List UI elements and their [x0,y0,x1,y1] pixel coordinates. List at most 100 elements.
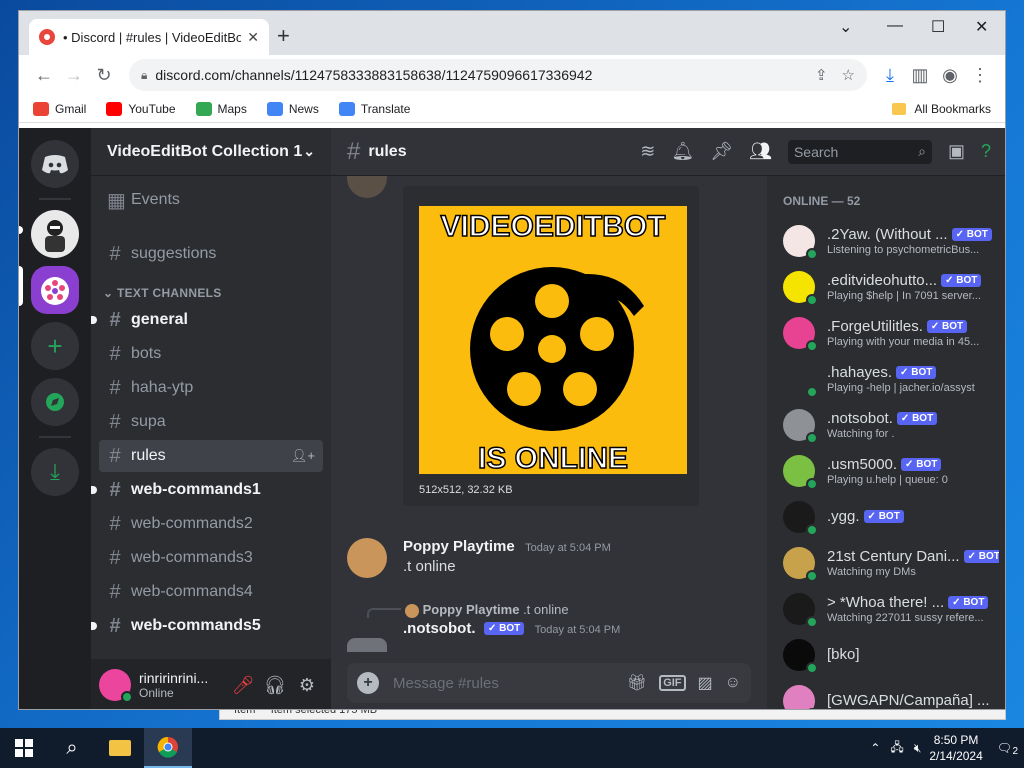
reload-icon[interactable]: ↻ [89,65,119,86]
address-bar[interactable]: 🔒︎ discord.com/channels/1124758333883158… [129,59,867,91]
maximize-button[interactable]: ☐ [931,17,945,37]
bookmark-label: YouTube [128,101,176,116]
member-item[interactable]: 21st Century Dani... ✓ BOT Watching my DMs [783,540,999,586]
emoji-icon[interactable]: ☺ [725,674,741,692]
message-author[interactable]: .notsobot. [403,620,475,637]
message-author[interactable]: Poppy Playtime [403,538,515,555]
bookmark-gmail[interactable]: Gmail [33,101,86,116]
windows-logo-icon [15,739,33,757]
tab-strip: • Discord | #rules | VideoEditBot ✕ + ⌄ … [19,11,1005,55]
chrome-taskbar-button[interactable] [144,728,192,768]
pinned-messages-icon[interactable]: 📌︎ [710,141,733,162]
channel-supa[interactable]: # supa [99,406,323,438]
notifications-bell-icon[interactable]: 🔔︎ [671,141,694,162]
attach-plus-icon[interactable]: + [357,672,379,694]
channel-web-commands4[interactable]: # web-commands4 [99,576,323,608]
start-button[interactable] [0,728,48,768]
member-item[interactable]: .ForgeUtilitles. ✓ BOT Playing with your m… [783,310,999,356]
server-videoeditbot[interactable] [31,266,79,314]
channel-general[interactable]: # general [91,304,323,336]
member-item[interactable]: .editvideohutto... ✓ BOT Playing $help | I… [783,264,999,310]
back-icon[interactable]: ← [29,65,59,86]
close-window-button[interactable]: ✕ [975,17,988,37]
notsobot-avatar[interactable] [347,638,387,652]
settings-gear-icon[interactable]: ⚙ [291,675,323,696]
chevron-down-icon: ⌄ [303,143,315,159]
notification-center-icon[interactable]: 🗨︎ 2 [997,741,1018,757]
member-item[interactable]: .notsobot. ✓ BOT Watching for . [783,402,999,448]
image-attachment[interactable]: VIDEOEDITBOT IS ONLINE 512x512, 32.32 KB [403,186,699,506]
bookmark-news[interactable]: News [266,101,319,116]
network-icon[interactable]: 🖧︎ [890,738,903,759]
forward-icon[interactable]: → [59,65,89,86]
search-input[interactable]: Search ⌕ [787,139,932,164]
help-icon[interactable]: ? [981,141,991,162]
poppy-avatar[interactable] [347,538,387,578]
inbox-icon[interactable]: ▣ [948,141,965,162]
minimize-button[interactable]: — [887,17,903,35]
volume-muted-icon[interactable]: 🔇︎ [914,741,922,756]
bookmark-youtube[interactable]: YouTube [106,101,176,116]
member-item[interactable]: > *Whoa there! ... ✓ BOT Watching 227011 s… [783,586,999,632]
profile-icon[interactable]: ◉ [935,65,965,86]
channel-web-commands2[interactable]: # web-commands2 [99,508,323,540]
channel-web-commands1[interactable]: # web-commands1 [91,474,323,506]
all-bookmarks[interactable]: All Bookmarks [892,102,991,116]
member-avatar [783,363,818,398]
channel-haha-ytp[interactable]: # haha-ytp [99,372,323,404]
category-text-channels[interactable]: ⌄ TEXT CHANNELS [99,272,323,304]
side-panel-icon[interactable]: ▥ [905,65,935,86]
user-avatar[interactable] [99,669,133,703]
channel-rules[interactable]: # rules 👤︎+ [99,440,323,472]
add-server-button[interactable]: + [31,322,79,370]
sticker-icon[interactable]: ▨ [698,673,713,693]
member-item[interactable]: [GWGAPN/Campaña] ... [783,678,999,709]
events-label: Events [131,191,180,208]
bookmark-label: Translate [360,101,411,116]
server-avatar-1[interactable] [31,210,79,258]
member-name: > *Whoa there! ... [827,594,945,611]
gif-icon[interactable]: GIF [659,675,686,691]
new-tab-button[interactable]: + [277,23,290,49]
member-avatar [783,685,818,709]
browser-tab[interactable]: • Discord | #rules | VideoEditBot ✕ [29,19,269,55]
menu-icon[interactable]: ⋮ [965,65,995,86]
chevron-up-icon[interactable]: ⌃ [870,741,880,755]
channel-bots[interactable]: # bots [99,338,323,370]
reply-preview[interactable]: Poppy Playtime .t online [405,602,569,618]
file-explorer-button[interactable] [96,728,144,768]
create-invite-icon[interactable]: 👤︎+ [291,448,315,464]
download-apps-button[interactable]: ⤓ [31,448,79,496]
share-icon[interactable]: ⇪ [815,66,828,84]
member-item[interactable]: .hahayes. ✓ BOT Playing -help | jacher.io/… [783,356,999,402]
bookmark-star-icon[interactable]: ☆ [842,66,855,84]
channel-web-commands3[interactable]: # web-commands3 [99,542,323,574]
bot-badge-label: BOT [942,321,964,333]
bookmark-maps[interactable]: Maps [195,101,247,116]
explore-servers-button[interactable] [31,378,79,426]
server-header[interactable]: VideoEditBot Collection 1.0 ⌄ [91,128,331,176]
channel-suggestions[interactable]: # suggestions [99,238,323,270]
clock[interactable]: 8:50 PM 2/14/2024 [929,732,982,764]
message-input[interactable]: Message #rules [393,675,615,692]
search-taskbar-button[interactable]: ⌕ [48,728,96,768]
member-item[interactable]: [bko] [783,632,999,678]
member-item[interactable]: .2Yaw. (Without ... ✓ BOT Listening to psy… [783,218,999,264]
events-item[interactable]: ▦ Events [99,184,323,216]
mute-mic-icon[interactable]: 🎤︎ [227,675,259,696]
headphones-icon[interactable]: 🎧︎ [259,675,291,696]
member-item[interactable]: .usm5000. ✓ BOT Playing u.help | queue: 0 [783,448,999,494]
tab-search-icon[interactable]: ⌄ [839,17,852,37]
member-avatar [783,639,818,674]
discord-home-button[interactable] [31,140,79,188]
gift-icon[interactable]: 🎁︎ [627,673,647,693]
download-icon[interactable]: ⤓ [875,65,905,86]
bookmark-translate[interactable]: Translate [338,101,411,116]
member-list-icon[interactable]: 👥︎ [749,141,772,162]
member-item[interactable]: .ygg. ✓ BOT [783,494,999,540]
member-name: .notsobot. [827,410,893,427]
channel-web-commands5[interactable]: # web-commands5 [91,610,323,642]
threads-icon[interactable]: ≋ [640,141,655,162]
bot-badge: ✓ BOT [963,550,999,564]
close-tab-icon[interactable]: ✕ [247,29,259,46]
